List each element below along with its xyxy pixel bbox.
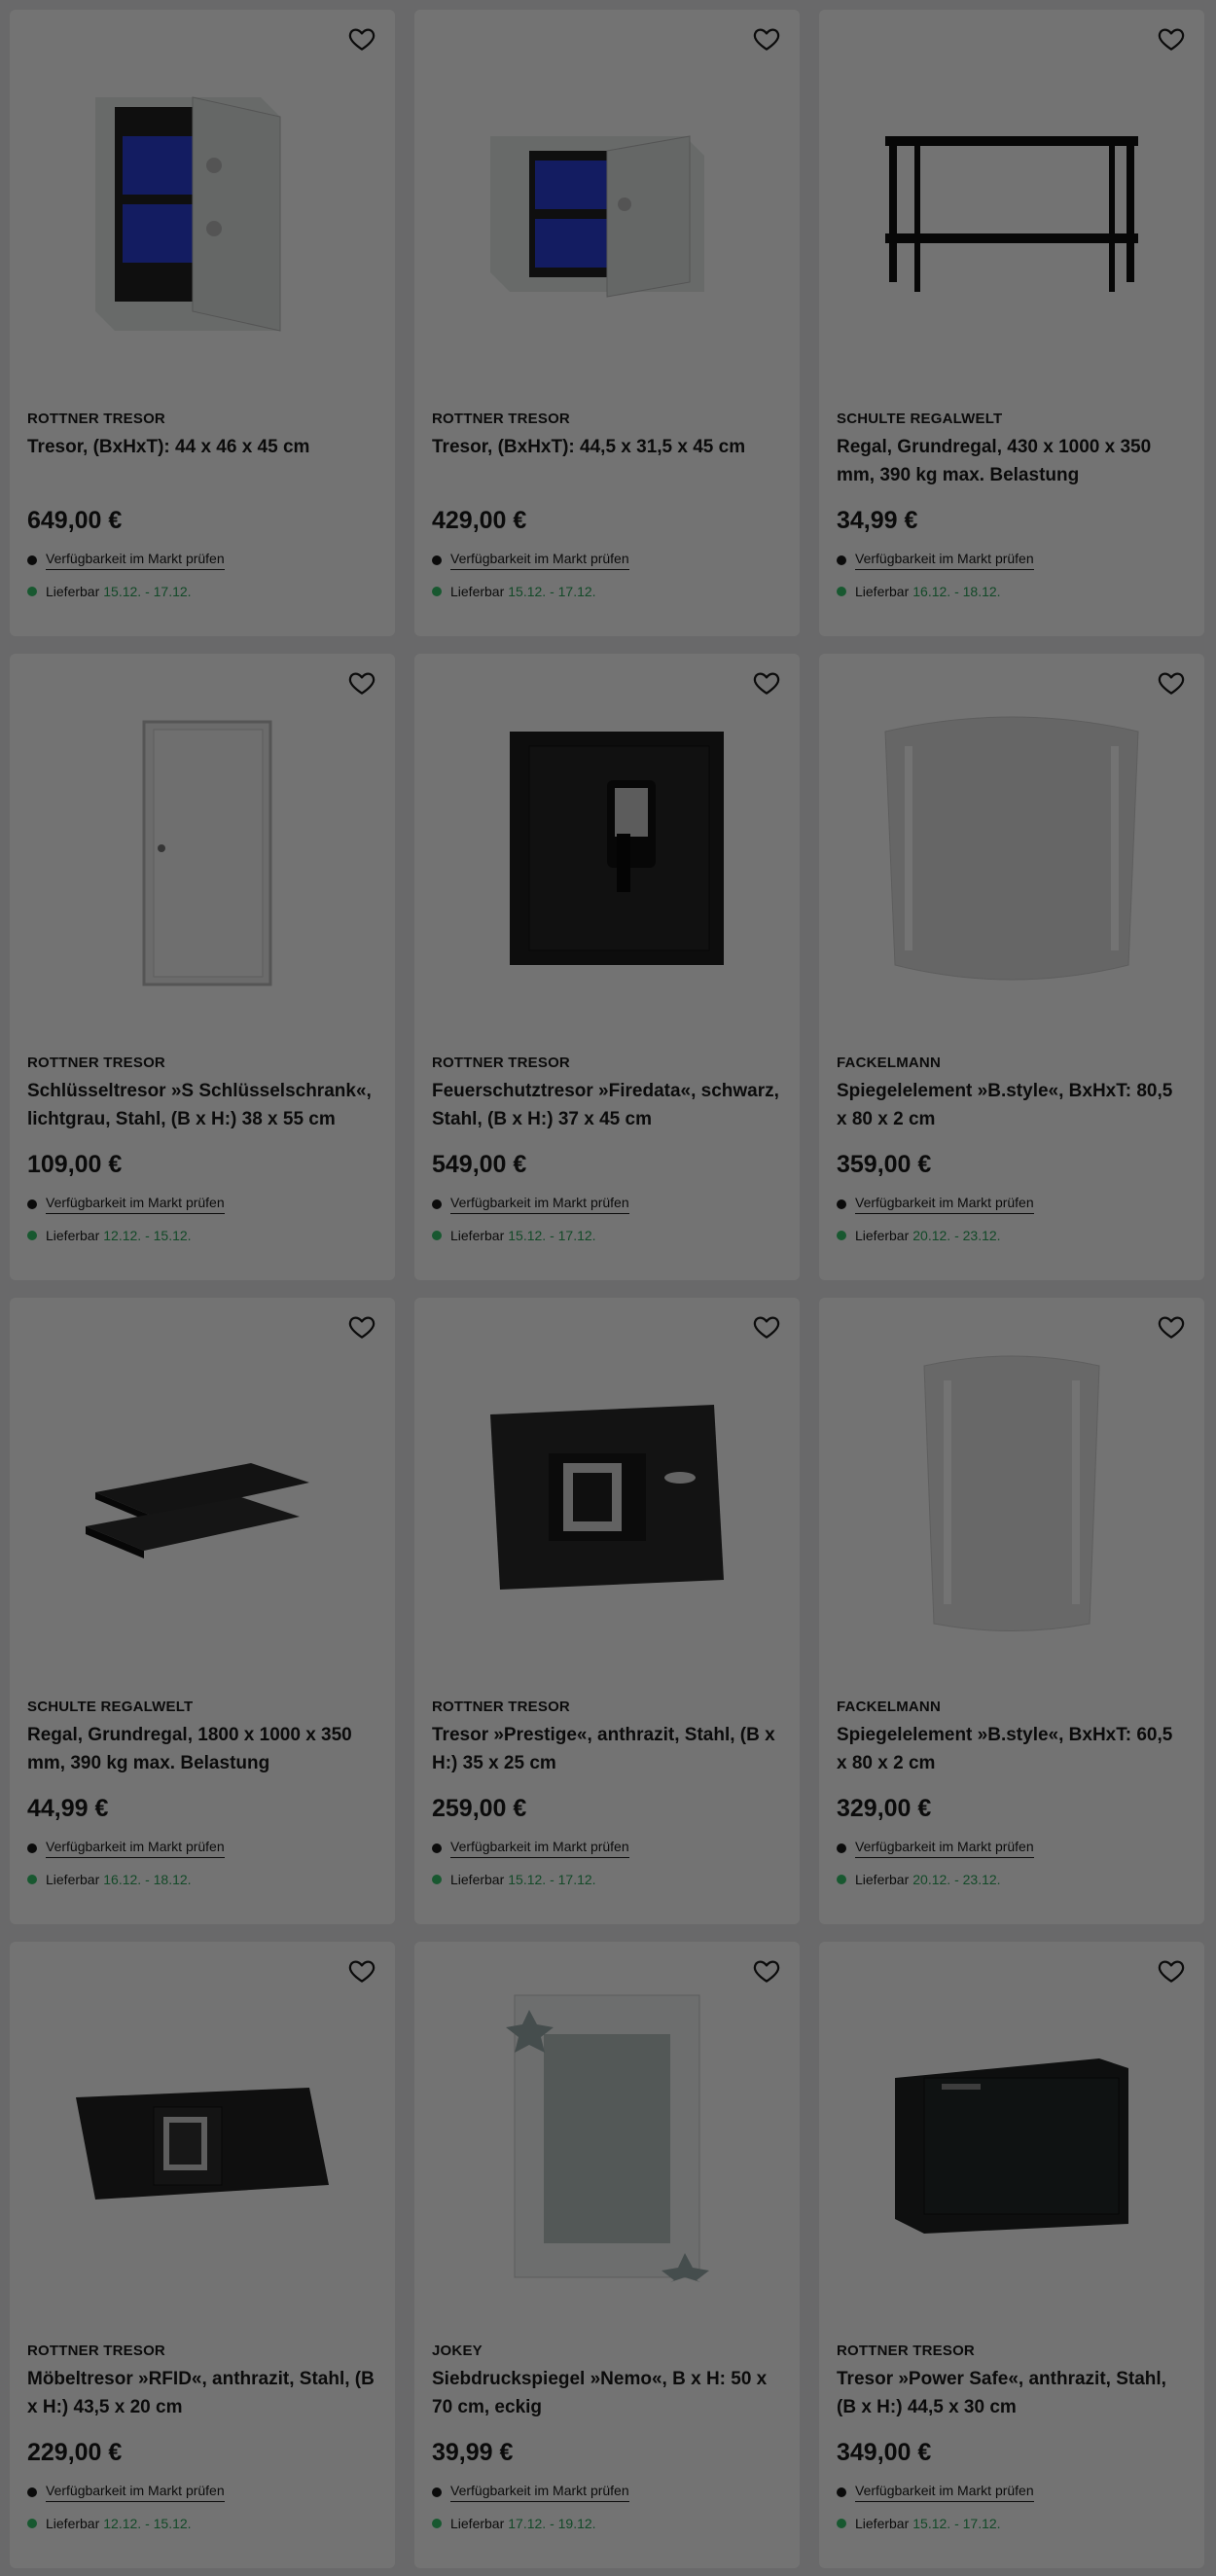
modal-backdrop-overlay[interactable] bbox=[0, 0, 1216, 2576]
